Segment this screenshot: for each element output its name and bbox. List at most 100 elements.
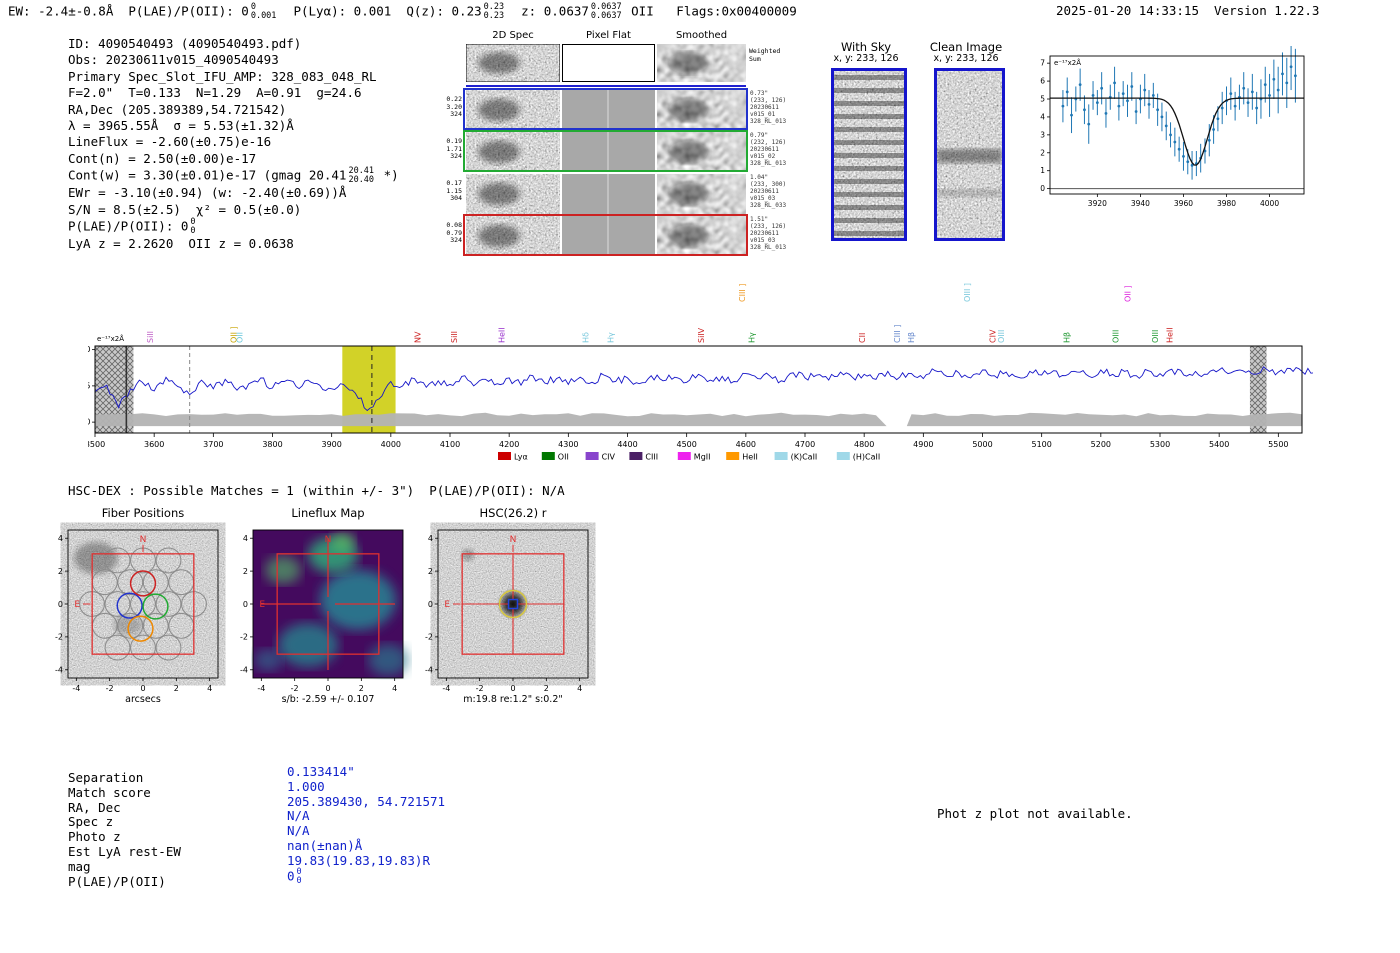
info-line-5: λ = 3965.55Å σ = 5.53(±1.32)Å bbox=[68, 118, 294, 134]
svg-text:4: 4 bbox=[1040, 112, 1045, 121]
col-header-pixelflat: Pixel Flat bbox=[586, 30, 631, 41]
svg-text:1: 1 bbox=[1040, 166, 1045, 175]
info-line-2: Primary Spec_Slot_IFU_AMP: 328_083_048_R… bbox=[68, 68, 377, 84]
emission-line-label: CIII ] bbox=[738, 284, 747, 302]
hsc-cutout-panel: N E -4 -4 -2 -2 0 0 2 2 4 4 bbox=[425, 529, 589, 693]
match-row-value: 205.389430, 54.721571 bbox=[287, 793, 446, 809]
info-line-4: RA,Dec (205.389389,54.721542) bbox=[68, 101, 287, 117]
spec2d-row3-pixelflat bbox=[562, 216, 655, 256]
emission-line-label: OII ] bbox=[1124, 285, 1133, 302]
svg-text:2: 2 bbox=[243, 567, 248, 576]
source-info-block: ID: 4090540493 (4090540493.pdf) Obs: 2023… bbox=[68, 36, 399, 252]
header-stats: EW: -2.4±-0.8Å P(LAE)/P(OII): 0 0 0.001 P(… bbox=[8, 3, 797, 21]
svg-text:(H)CaII: (H)CaII bbox=[853, 453, 880, 462]
svg-text:5500: 5500 bbox=[1268, 440, 1288, 449]
emission-line-label: OII bbox=[236, 332, 245, 343]
svg-text:4600: 4600 bbox=[736, 440, 756, 449]
spec2d-row1-right-labels: 0.79" (232, 126) 20230611 v015_02 328_RL_013 bbox=[750, 132, 787, 167]
hsc-caption: m:19.8 re:1.2" s:0.2" bbox=[463, 694, 563, 705]
col-header-2dspec: 2D Spec bbox=[492, 30, 534, 41]
cleanimage-coords: x, y: 233, 126 bbox=[933, 53, 999, 64]
hsc-dex-header: HSC-DEX : Possible Matches = 1 (within +… bbox=[68, 483, 565, 498]
svg-text:3900: 3900 bbox=[321, 440, 341, 449]
svg-text:N: N bbox=[140, 535, 147, 545]
col-header-smoothed: Smoothed bbox=[675, 30, 728, 41]
line-fit-inset-chart: 0 1 2 3 4 5 6 7 3920 3940 3960 3980 4000 e⁻¹⁷x2Å bbox=[1040, 46, 1305, 208]
svg-text:CIII: CIII bbox=[645, 453, 658, 462]
spec2d-row0-smoothed bbox=[657, 90, 746, 130]
svg-text:-2: -2 bbox=[106, 684, 114, 693]
svg-text:-2: -2 bbox=[240, 633, 248, 642]
svg-text:0: 0 bbox=[428, 600, 433, 609]
svg-text:2: 2 bbox=[359, 684, 364, 693]
svg-text:5000: 5000 bbox=[972, 440, 992, 449]
svg-text:0: 0 bbox=[325, 684, 330, 693]
svg-text:-4: -4 bbox=[240, 666, 248, 675]
sup-sub: 0 0.001 bbox=[250, 2, 277, 21]
sup-sub: 00 bbox=[296, 866, 302, 886]
svg-text:4: 4 bbox=[243, 534, 248, 543]
svg-text:Lyα: Lyα bbox=[514, 453, 528, 462]
spec2d-row0-left-labels: 0.22 3.20 324 bbox=[446, 95, 462, 119]
withsky-coords: x, y: 233, 126 bbox=[833, 53, 899, 64]
svg-text:2: 2 bbox=[174, 684, 179, 693]
emission-line-label: SiII bbox=[450, 331, 459, 343]
emission-line-label: CIII ] bbox=[893, 325, 902, 343]
svg-text:5100: 5100 bbox=[1031, 440, 1051, 449]
svg-text:-2: -2 bbox=[55, 633, 63, 642]
svg-text:e⁻¹⁷x2Å: e⁻¹⁷x2Å bbox=[97, 334, 124, 343]
full-spectrum-chart: 3500 3600 3700 3800 3900 4000 4100 4200 4300 4400… bbox=[88, 283, 1313, 462]
svg-text:0: 0 bbox=[1040, 184, 1045, 193]
emission-line-label: SiIV bbox=[697, 327, 706, 343]
spec2d-row1-2dspec bbox=[466, 132, 560, 172]
svg-text:OII: OII bbox=[558, 453, 569, 462]
svg-text:5400: 5400 bbox=[1209, 440, 1229, 449]
spec2d-row0-right-labels: 0.73" (233, 126) 20230611 v015_01 328_RL_013 bbox=[750, 90, 787, 125]
svg-text:3700: 3700 bbox=[203, 440, 223, 449]
svg-text:-4: -4 bbox=[55, 666, 63, 675]
weighted-2dspec-image bbox=[466, 44, 560, 82]
svg-text:4500: 4500 bbox=[676, 440, 696, 449]
spec2d-row0-pixelflat bbox=[562, 90, 655, 130]
timestamp-version: 2025-01-20 14:33:15 Version 1.22.3 bbox=[1056, 3, 1320, 18]
withsky-panel bbox=[831, 68, 907, 241]
svg-text:5200: 5200 bbox=[1091, 440, 1111, 449]
lineflux-caption: s/b: -2.59 +/- 0.107 bbox=[281, 694, 375, 705]
svg-text:0: 0 bbox=[510, 684, 515, 693]
spec2d-row1-left-labels: 0.19 1.71 324 bbox=[446, 137, 462, 161]
svg-text:4400: 4400 bbox=[617, 440, 637, 449]
spec2d-row3-2dspec bbox=[466, 216, 560, 256]
svg-text:HeII: HeII bbox=[742, 453, 758, 462]
spec2d-row0-2dspec bbox=[466, 90, 560, 130]
svg-text:4100: 4100 bbox=[440, 440, 460, 449]
svg-text:7: 7 bbox=[1040, 59, 1045, 68]
weighted-sum-label: Weighted Sum bbox=[749, 47, 781, 63]
emission-line-label: OIII ] bbox=[963, 283, 972, 302]
svg-text:4700: 4700 bbox=[795, 440, 815, 449]
info-line-3: F=2.0" T=0.133 N=1.29 A=0.91 g=24.6 bbox=[68, 85, 362, 101]
emission-line-label: OIII bbox=[997, 330, 1006, 343]
photz-note: Phot z plot not available. bbox=[937, 806, 1133, 821]
svg-text:0: 0 bbox=[88, 418, 91, 427]
emission-line-label: Hβ bbox=[1063, 332, 1072, 343]
spec2d-row2-2dspec bbox=[466, 174, 560, 214]
info-line-9: EWr = -3.10(±0.94) (w: -2.40(±0.69))Å bbox=[68, 185, 347, 201]
weighted-smoothed-image bbox=[657, 44, 746, 82]
svg-text:6: 6 bbox=[1040, 77, 1045, 86]
svg-text:2: 2 bbox=[544, 684, 549, 693]
emission-line-label: HeII bbox=[1166, 327, 1175, 343]
svg-text:3960: 3960 bbox=[1174, 199, 1193, 208]
svg-text:3940: 3940 bbox=[1131, 199, 1150, 208]
svg-text:3500: 3500 bbox=[88, 440, 105, 449]
svg-text:0: 0 bbox=[243, 600, 248, 609]
svg-text:4: 4 bbox=[577, 684, 582, 693]
emission-line-label: NV bbox=[414, 331, 423, 343]
header-stats-line: EW: -2.4±-0.8Å P(LAE)/P(OII): 0 0 0.001 P(… bbox=[8, 2, 797, 21]
emission-line-label: Hβ bbox=[907, 332, 916, 343]
sup-sub: 00 bbox=[190, 216, 196, 236]
svg-text:-4: -4 bbox=[442, 684, 450, 693]
hsc-cutout-title: HSC(26.2) r bbox=[479, 506, 547, 520]
info-line-12: LyA z = 2.2620 OII z = 0.0638 bbox=[68, 235, 294, 251]
pixelflat-seam bbox=[607, 174, 609, 214]
spec2d-row3-left-labels: 0.08 0.79 324 bbox=[446, 221, 462, 245]
